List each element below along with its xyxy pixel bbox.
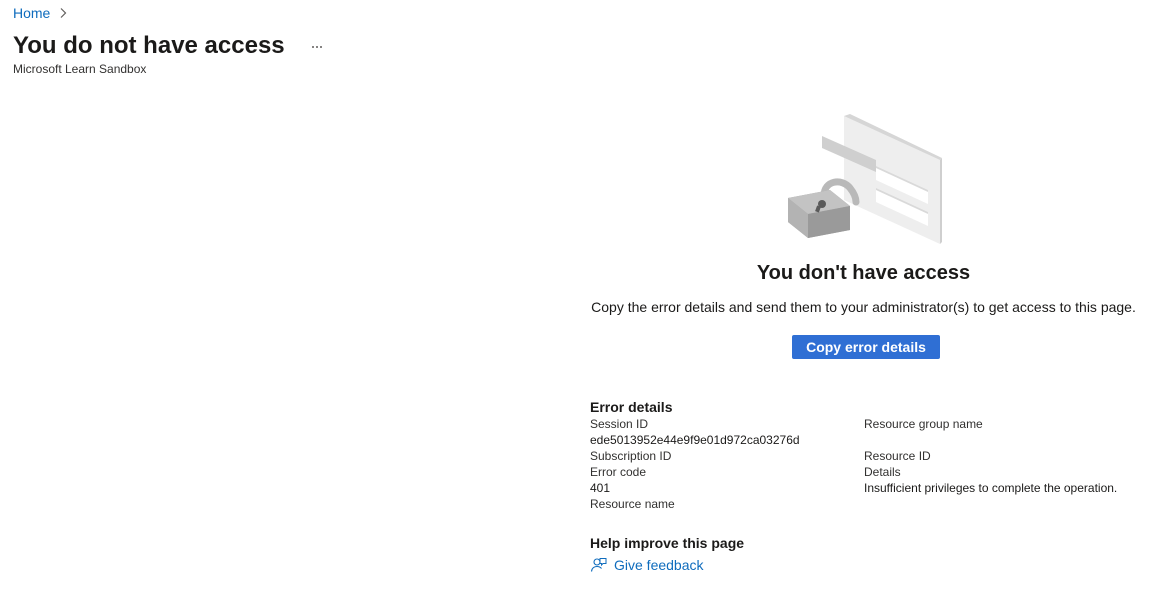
resource-group-spacer [864,432,1117,448]
no-access-illustration [788,114,942,244]
details-label: Details [864,465,901,479]
page-title: You do not have access [13,32,285,59]
session-id-label: Session ID [590,417,649,431]
breadcrumb-home-link[interactable]: Home [13,5,50,21]
access-heading: You don't have access [756,262,971,284]
error-details-title: Error details [590,399,673,415]
error-code-label: Error code [590,465,647,479]
chevron-right-icon [60,8,67,18]
error-details-right: Resource group name Resource ID Details … [864,416,1117,512]
feedback-icon [590,558,607,572]
give-feedback-label[interactable]: Give feedback [614,557,704,573]
error-code-value: 401 [590,481,611,495]
give-feedback-link[interactable]: Give feedback [590,557,744,573]
help-section: Help improve this page Give feedback [590,534,744,573]
resource-group-label: Resource group name [864,417,983,431]
access-description: Copy the error details and send them to … [591,299,1136,315]
breadcrumb: Home [13,4,67,22]
title-row: You do not have access [13,31,325,61]
error-details-left: Session ID ede5013952e44e9f9e01d972ca032… [590,416,864,512]
ellipsis-icon[interactable] [309,38,325,54]
copy-error-details-button[interactable]: Copy error details [792,335,940,359]
help-title: Help improve this page [590,535,745,551]
resource-name-label: Resource name [590,497,675,511]
error-details-section: Error details Session ID ede5013952e44e9… [590,398,1140,512]
error-details-columns: Session ID ede5013952e44e9f9e01d972ca032… [590,416,1140,512]
session-id-value: ede5013952e44e9f9e01d972ca03276d [590,433,800,447]
subscription-id-label: Subscription ID [590,449,672,463]
resource-id-label: Resource ID [864,449,931,463]
page-subtitle: Microsoft Learn Sandbox [13,62,147,76]
details-value: Insufficient privileges to complete the … [864,481,1118,495]
